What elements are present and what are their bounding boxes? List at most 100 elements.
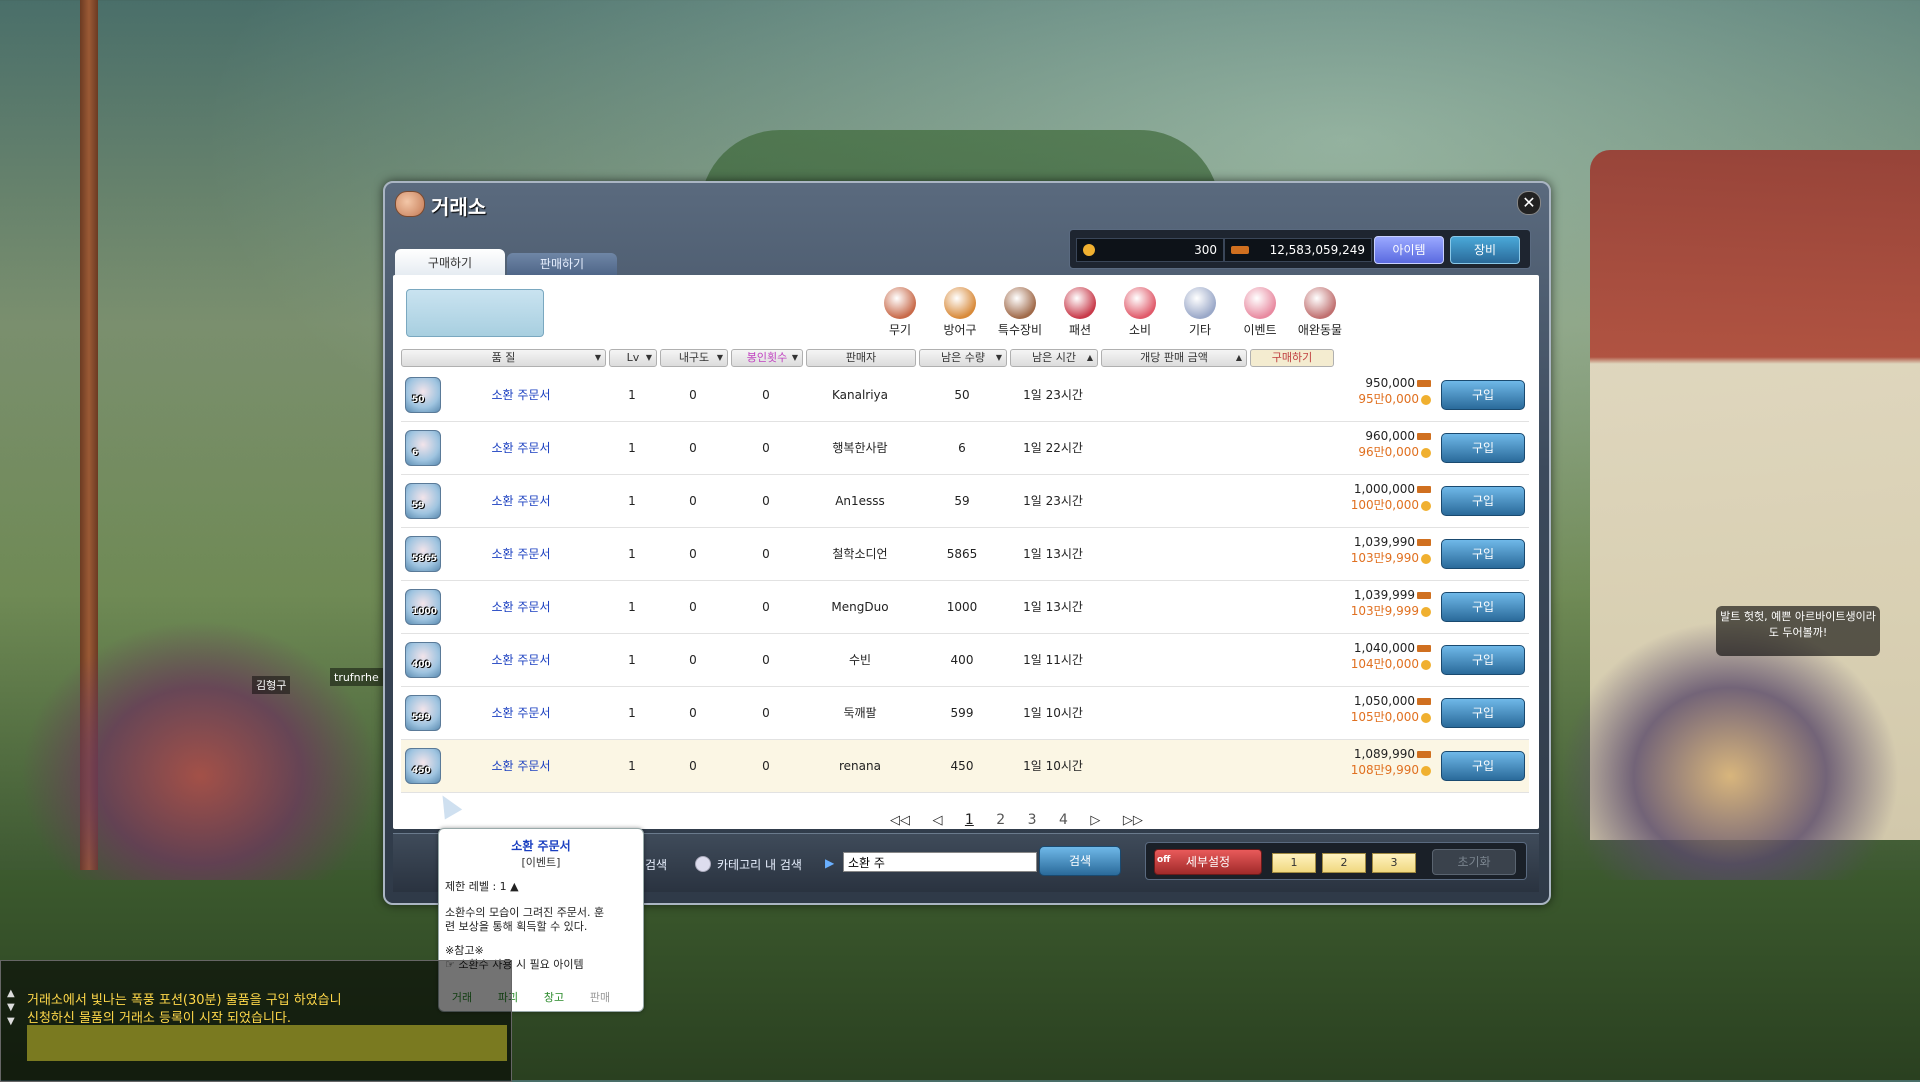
item-name[interactable]: 소환 주문서 — [441, 422, 601, 474]
item-seller: renana — [839, 759, 881, 773]
equip-mode-button[interactable]: 장비 — [1450, 236, 1520, 264]
maple-point-icon — [1083, 244, 1095, 256]
buy-button[interactable]: 구입 — [1441, 380, 1525, 410]
category-6[interactable]: 이벤트 — [1231, 287, 1289, 338]
category-search-radio[interactable] — [695, 856, 711, 872]
table-row[interactable]: 599 소환 주문서 1 0 0 둑깨팔 599 1일 10시간 1,050,000 105만0,… — [401, 687, 1529, 740]
tab-buy[interactable]: 구매하기 — [395, 249, 505, 275]
item-remaining-time: 1일 10시간 — [1023, 706, 1083, 720]
summon-scroll-icon[interactable]: 59 — [405, 483, 441, 519]
column-quality[interactable]: 품 질 ▼ — [401, 349, 606, 367]
item-name[interactable]: 소환 주문서 — [441, 528, 601, 580]
table-row[interactable]: 50 소환 주문서 1 0 0 Kanalriya 50 1일 23시간 950,000 95만0… — [401, 369, 1529, 422]
column-remaining-time[interactable]: 남은 시간 ▲ — [1010, 349, 1098, 367]
price-meso-value: 1,039,990 — [1353, 535, 1415, 549]
buy-button[interactable]: 구입 — [1441, 751, 1525, 781]
table-row[interactable]: 1000 소환 주문서 1 0 0 MengDuo 1000 1일 13시간 1,039,999… — [401, 581, 1529, 634]
summon-scroll-icon[interactable]: 5865 — [405, 536, 441, 572]
item-name[interactable]: 소환 주문서 — [441, 581, 601, 633]
chat-scroll-icon[interactable]: ▲ ▼ ▼ — [7, 987, 15, 1029]
table-row[interactable]: 400 소환 주문서 1 0 0 수빈 400 1일 11시간 1,040,000 104만0,0… — [401, 634, 1529, 687]
search-input[interactable] — [843, 852, 1037, 872]
preset-3-button[interactable]: 3 — [1372, 853, 1416, 873]
item-name[interactable]: 소환 주문서 — [441, 687, 601, 739]
page-3[interactable]: 3 — [1028, 812, 1037, 828]
summon-scroll-icon[interactable]: 50 — [405, 377, 441, 413]
buy-button[interactable]: 구입 — [1441, 433, 1525, 463]
search-button[interactable]: 검색 — [1039, 846, 1121, 876]
summon-scroll-icon[interactable]: 450 — [405, 748, 441, 784]
table-row[interactable]: 59 소환 주문서 1 0 0 An1esss 59 1일 23시간 1,000,000 100만… — [401, 475, 1529, 528]
category-0[interactable]: 무기 — [871, 287, 929, 338]
column-remaining-qty[interactable]: 남은 수량 ▼ — [919, 349, 1007, 367]
price-maple: 100만0,000 — [1281, 497, 1431, 513]
summon-scroll-icon[interactable]: 6 — [405, 430, 441, 466]
stack-qty-badge: 50 — [412, 395, 425, 405]
column-seller[interactable]: 판매자 — [806, 349, 916, 367]
category-4[interactable]: 소비 — [1111, 287, 1169, 338]
preset-2-button[interactable]: 2 — [1322, 853, 1366, 873]
category-3[interactable]: 패션 — [1051, 287, 1109, 338]
summon-scroll-icon[interactable]: 400 — [405, 642, 441, 678]
page-next-button[interactable]: ▷ — [1090, 813, 1100, 828]
item-remaining-time: 1일 23시간 — [1023, 494, 1083, 508]
item-seal-count: 0 — [762, 706, 770, 720]
preset-1-button[interactable]: 1 — [1272, 853, 1316, 873]
price-maple-value: 103만9,999 — [1350, 604, 1419, 618]
item-price: 960,000 96만0,000 — [1281, 428, 1431, 460]
buy-button[interactable]: 구입 — [1441, 645, 1525, 675]
item-lv: 1 — [628, 388, 636, 402]
column-unit-price[interactable]: 개당 판매 금액 ▲ — [1101, 349, 1247, 367]
buy-button[interactable]: 구입 — [1441, 698, 1525, 728]
table-row[interactable]: 450 소환 주문서 1 0 0 renana 450 1일 10시간 1,089,990 108… — [401, 740, 1529, 793]
item-name[interactable]: 소환 주문서 — [441, 369, 601, 421]
price-meso: 960,000 — [1281, 428, 1431, 444]
item-name[interactable]: 소환 주문서 — [441, 634, 601, 686]
tab-sell[interactable]: 판매하기 — [507, 253, 617, 275]
meso-icon — [1417, 645, 1431, 652]
item-mode-button[interactable]: 아이템 — [1374, 236, 1444, 264]
page-1[interactable]: 1 — [965, 812, 974, 828]
close-button[interactable]: ✕ — [1517, 191, 1541, 215]
column-quality-label: 품 질 — [491, 351, 516, 364]
window-title: 거래소 — [431, 195, 487, 219]
item-seal-count: 0 — [762, 388, 770, 402]
item-durability: 0 — [689, 759, 697, 773]
item-remaining-time: 1일 11시간 — [1023, 653, 1083, 667]
tooltip-level: 제한 레벨 : 1 ▲ — [445, 880, 519, 893]
page-last-button[interactable]: ▷▷ — [1123, 813, 1143, 828]
item-name[interactable]: 소환 주문서 — [441, 475, 601, 527]
table-row[interactable]: 5865 소환 주문서 1 0 0 철학소디언 5865 1일 13시간 1,039,990 10… — [401, 528, 1529, 581]
page-4[interactable]: 4 — [1059, 812, 1068, 828]
category-1[interactable]: 방어구 — [931, 287, 989, 338]
meso-icon — [1231, 246, 1249, 254]
price-meso: 1,089,990 — [1281, 746, 1431, 762]
item-lv: 1 — [628, 653, 636, 667]
buy-button[interactable]: 구입 — [1441, 486, 1525, 516]
column-seal-count[interactable]: 봉인횟수 ▼ — [731, 349, 803, 367]
summon-scroll-icon[interactable]: 1000 — [405, 589, 441, 625]
buy-button[interactable]: 구입 — [1441, 592, 1525, 622]
summon-scroll-icon[interactable]: 599 — [405, 695, 441, 731]
category-icon — [1124, 287, 1156, 319]
item-lv: 1 — [628, 759, 636, 773]
table-row[interactable]: 6 소환 주문서 1 0 0 행복한사람 6 1일 22시간 960,000 96만0,000 구입 — [401, 422, 1529, 475]
advanced-settings-button[interactable]: off 세부설정 — [1154, 849, 1262, 875]
column-unit-price-label: 개당 판매 금액 — [1140, 351, 1208, 364]
tooltip-action-storage[interactable]: 창고 — [531, 989, 577, 1005]
title-bar[interactable]: 거래소 ✕ — [385, 183, 1549, 225]
category-7[interactable]: 애완동물 — [1291, 287, 1349, 338]
price-maple-value: 100만0,000 — [1350, 498, 1419, 512]
item-seal-count: 0 — [762, 759, 770, 773]
page-prev-button[interactable]: ◁ — [932, 813, 942, 828]
buy-button[interactable]: 구입 — [1441, 539, 1525, 569]
column-durability[interactable]: 내구도 ▼ — [660, 349, 728, 367]
page-first-button[interactable]: ◁◁ — [890, 813, 910, 828]
category-icon — [944, 287, 976, 319]
item-name[interactable]: 소환 주문서 — [441, 740, 601, 792]
category-5[interactable]: 기타 — [1171, 287, 1229, 338]
category-2[interactable]: 특수장비 — [991, 287, 1049, 338]
page-2[interactable]: 2 — [996, 812, 1005, 828]
column-lv[interactable]: Lv ▼ — [609, 349, 657, 367]
players-group-left — [20, 620, 380, 880]
